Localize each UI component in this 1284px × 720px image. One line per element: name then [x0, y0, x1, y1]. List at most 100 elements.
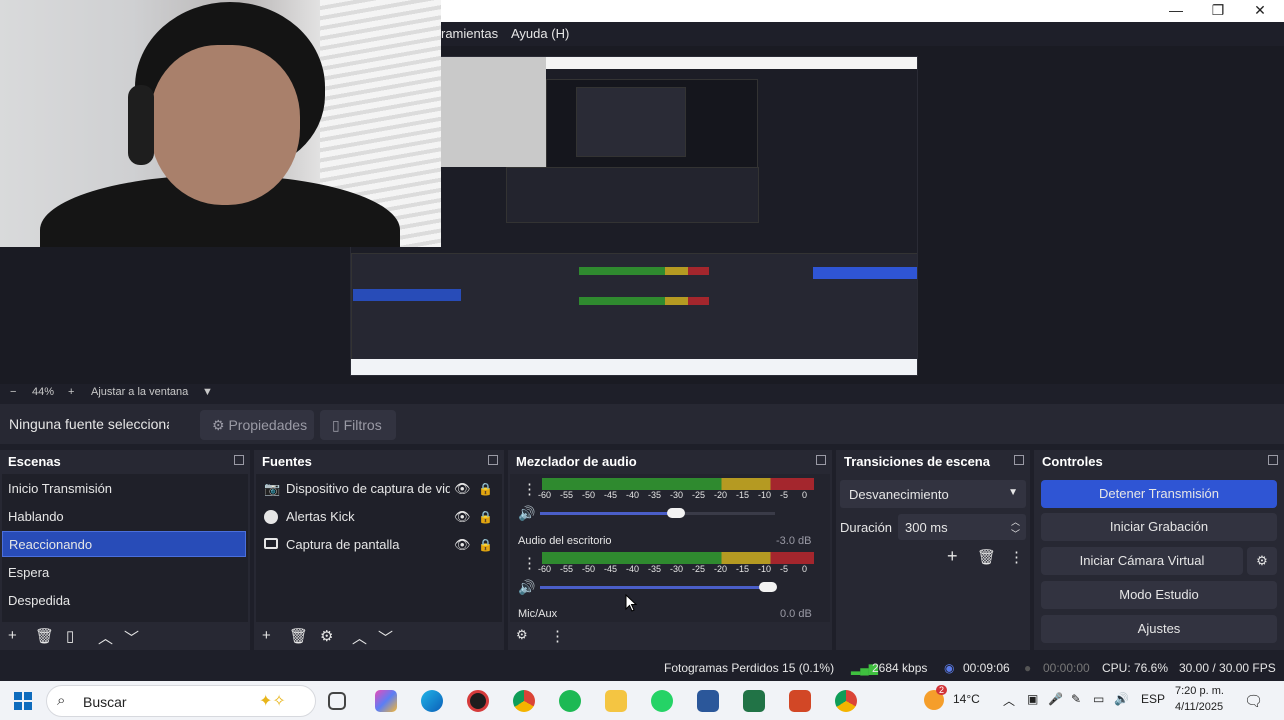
dock-float-icon[interactable]: [1268, 455, 1278, 465]
weather-temp: 14°C: [953, 692, 980, 706]
add-icon[interactable]: +: [947, 546, 958, 567]
duration-spinbox[interactable]: 300 ms ︿ ﹀: [898, 514, 1026, 540]
chevron-down-icon[interactable]: ﹀: [378, 627, 393, 648]
add-icon[interactable]: +: [262, 627, 271, 644]
chevron-up-icon[interactable]: ︿: [1003, 692, 1015, 709]
properties-button[interactable]: ⚙ Propiedades: [200, 410, 314, 440]
menu-tools[interactable]: ramientas: [441, 26, 498, 41]
transition-value: Desvanecimiento: [849, 487, 949, 502]
more-icon[interactable]: ⋮: [550, 627, 565, 645]
speaker-icon[interactable]: 🔊: [518, 505, 535, 522]
dock-float-icon[interactable]: [234, 455, 244, 465]
filter-icon[interactable]: ▯: [66, 627, 74, 645]
gear-icon[interactable]: ⚙: [516, 627, 528, 643]
microphone-icon[interactable]: 🎤: [1048, 692, 1063, 706]
add-icon[interactable]: +: [8, 627, 17, 644]
close-button[interactable]: ✕: [1238, 0, 1282, 22]
obs-icon[interactable]: [467, 690, 489, 712]
start-recording-button[interactable]: Iniciar Grabación: [1041, 513, 1277, 541]
scene-item[interactable]: Hablando: [2, 504, 246, 530]
channel-menu-icon[interactable]: ⋮: [522, 480, 537, 498]
stop-stream-button[interactable]: Detener Transmisión: [1041, 480, 1277, 508]
tray-app-icon[interactable]: ▣: [1027, 692, 1038, 706]
bitrate: 2684 kbps: [872, 661, 928, 675]
properties-label: Propiedades: [228, 417, 308, 433]
source-label: Alertas Kick: [286, 509, 355, 524]
scene-item-selected[interactable]: Reaccionando: [2, 531, 246, 557]
clock-time[interactable]: 7:20 p. m.: [1175, 685, 1224, 697]
excel-icon[interactable]: [743, 690, 765, 712]
scenes-dock: Escenas Inicio Transmisión Hablando Reac…: [0, 450, 250, 650]
more-icon[interactable]: ⋮: [1009, 548, 1024, 566]
windows-start-icon[interactable]: [14, 692, 32, 710]
taskbar-search[interactable]: ⌕ Buscar ✦✧: [46, 685, 316, 717]
zoom-out-button[interactable]: −: [10, 386, 16, 398]
chevron-up-icon[interactable]: ︿: [352, 627, 367, 648]
record-time: 00:00:00: [1043, 661, 1090, 675]
pen-icon[interactable]: ✎: [1071, 692, 1081, 706]
settings-button[interactable]: Ajustes: [1041, 615, 1277, 643]
trash-icon[interactable]: 🗑: [977, 548, 996, 566]
zoom-dropdown-icon[interactable]: ▼: [202, 386, 213, 398]
source-item[interactable]: 📷 Dispositivo de captura de video 👁 🔒: [258, 476, 498, 502]
eye-icon[interactable]: 👁: [454, 476, 471, 502]
copilot-sparkle-icon: ✦✧: [259, 693, 286, 710]
trash-icon[interactable]: 🗑: [289, 627, 308, 645]
lock-icon[interactable]: 🔒: [478, 476, 493, 502]
dock-float-icon[interactable]: [488, 455, 498, 465]
filters-button[interactable]: ▯ Filtros: [320, 410, 396, 440]
chrome-icon[interactable]: [513, 690, 535, 712]
chrome-icon[interactable]: [835, 690, 857, 712]
virtual-camera-settings-button[interactable]: ⚙: [1247, 547, 1277, 575]
volume-slider-knob[interactable]: [758, 582, 777, 592]
gear-icon[interactable]: ⚙: [320, 627, 333, 645]
maximize-button[interactable]: ❐: [1196, 0, 1240, 22]
dock-float-icon[interactable]: [1014, 455, 1024, 465]
lock-icon[interactable]: 🔒: [478, 504, 493, 530]
dock-float-icon[interactable]: [816, 455, 826, 465]
edge-icon[interactable]: [421, 690, 443, 712]
volume-slider-fill: [540, 512, 677, 515]
copilot-icon[interactable]: [375, 690, 397, 712]
chevron-up-icon[interactable]: ︿: [98, 627, 113, 648]
virtual-camera-button[interactable]: Iniciar Cámara Virtual: [1041, 547, 1243, 575]
fit-window-button[interactable]: Ajustar a la ventana: [91, 386, 188, 398]
network-icon[interactable]: ▭: [1093, 692, 1104, 706]
nested-titlebar: [546, 57, 917, 69]
whatsapp-icon[interactable]: [651, 690, 673, 712]
clock-date[interactable]: 4/11/2025: [1175, 701, 1223, 713]
eye-icon[interactable]: 👁: [454, 532, 471, 558]
meter-tick-label: -40: [626, 490, 640, 500]
minimize-button[interactable]: —: [1154, 0, 1198, 22]
file-explorer-icon[interactable]: [605, 690, 627, 712]
transition-select[interactable]: Desvanecimiento ▼: [840, 480, 1026, 508]
word-icon[interactable]: [697, 690, 719, 712]
task-view-icon[interactable]: [328, 692, 346, 710]
meter-tick-label: -35: [648, 564, 662, 574]
zoom-in-button[interactable]: +: [68, 386, 74, 398]
notifications-icon[interactable]: 🗨: [1244, 692, 1263, 710]
volume-slider-knob[interactable]: [667, 508, 686, 518]
source-item[interactable]: Captura de pantalla 👁 🔒: [258, 532, 498, 558]
menu-help[interactable]: Ayuda (H): [511, 26, 569, 41]
channel-menu-icon[interactable]: ⋮: [522, 554, 537, 572]
volume-icon[interactable]: 🔊: [1114, 692, 1129, 706]
trash-icon[interactable]: 🗑: [35, 627, 54, 645]
filters-label: Filtros: [343, 417, 382, 433]
speaker-icon[interactable]: 🔊: [518, 579, 535, 596]
gear-icon: ⚙: [1256, 553, 1268, 568]
spotify-icon[interactable]: [559, 690, 581, 712]
scene-item[interactable]: Espera: [2, 560, 246, 586]
spin-down-icon[interactable]: ﹀: [1011, 527, 1020, 540]
eye-icon[interactable]: 👁: [454, 504, 471, 530]
language-indicator[interactable]: ESP: [1141, 692, 1165, 706]
nested-meter: [579, 267, 709, 275]
scene-item[interactable]: Despedida: [2, 588, 246, 614]
lock-icon[interactable]: 🔒: [478, 532, 493, 558]
source-item[interactable]: Alertas Kick 👁 🔒: [258, 504, 498, 530]
chevron-down-icon[interactable]: ﹀: [124, 627, 139, 648]
chevron-down-icon: ▼: [1008, 487, 1018, 498]
powerpoint-icon[interactable]: [789, 690, 811, 712]
studio-mode-button[interactable]: Modo Estudio: [1041, 581, 1277, 609]
scene-item[interactable]: Inicio Transmisión: [2, 476, 246, 502]
